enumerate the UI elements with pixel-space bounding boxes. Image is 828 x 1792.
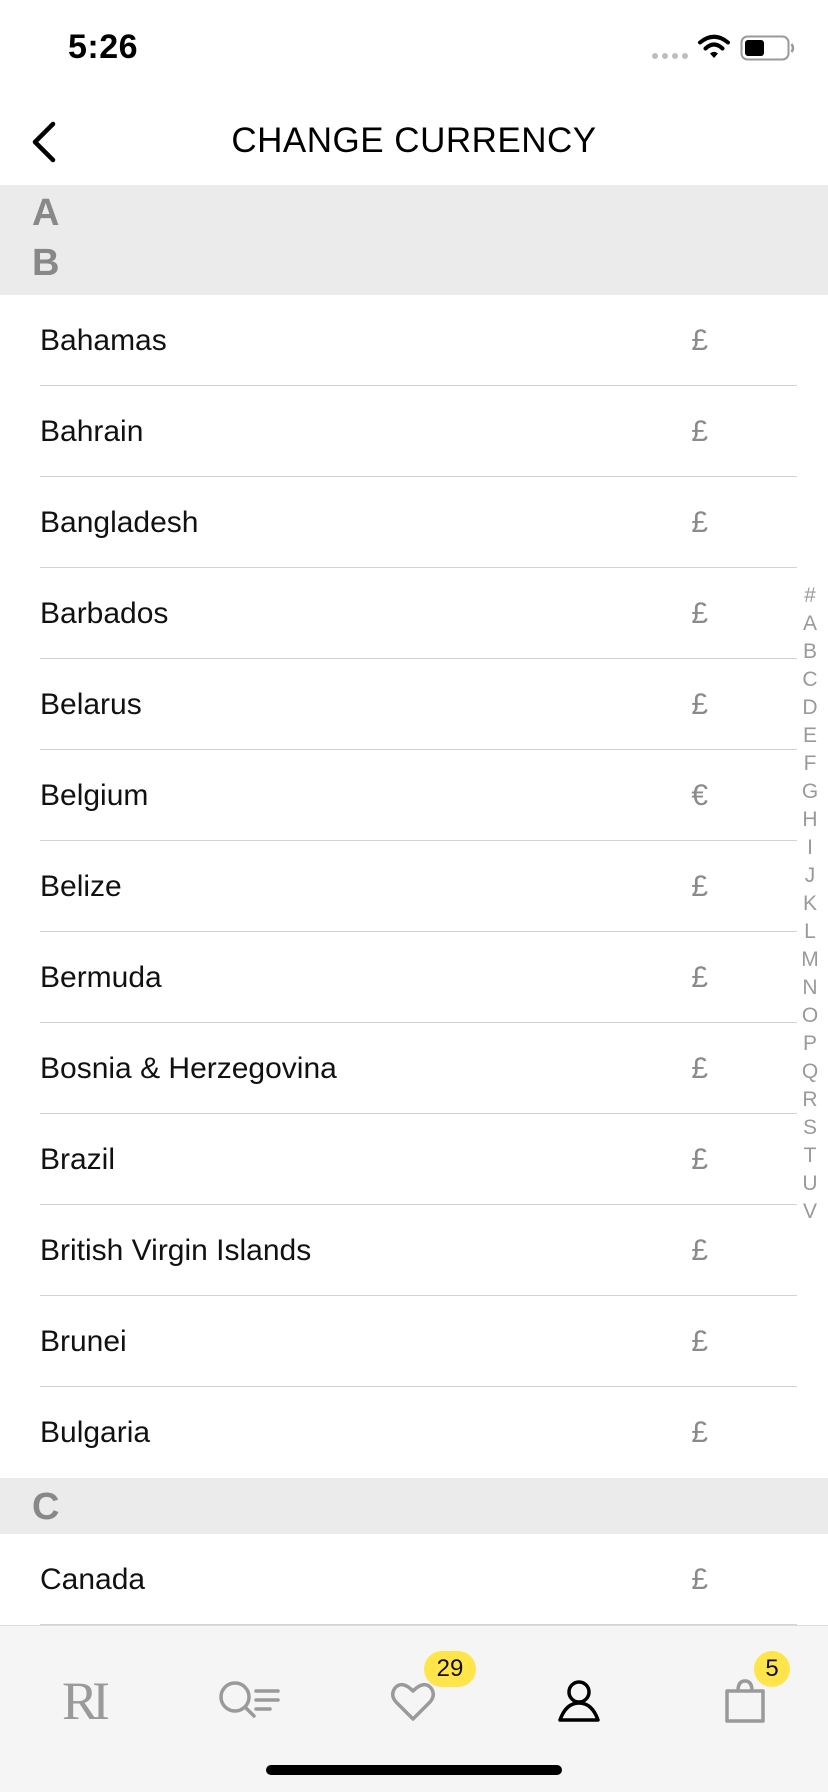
country-name: Brazil xyxy=(40,1143,116,1176)
index-letter-a[interactable]: A xyxy=(803,610,817,638)
account-icon xyxy=(558,1680,600,1722)
cellular-signal-icon xyxy=(652,53,688,59)
tab-home[interactable]: RI xyxy=(38,1656,128,1746)
page-title: CHANGE CURRENCY xyxy=(231,121,597,160)
currency-symbol: £ xyxy=(691,1143,708,1176)
country-row-brunei[interactable]: Brunei £ xyxy=(0,1296,828,1387)
currency-symbol: £ xyxy=(691,1234,708,1267)
country-name: Bahamas xyxy=(40,324,167,357)
country-name: Brunei xyxy=(40,1325,127,1358)
index-letter-t[interactable]: T xyxy=(804,1142,817,1170)
currency-symbol: £ xyxy=(691,597,708,630)
currency-symbol: £ xyxy=(691,324,708,357)
country-row-belgium[interactable]: Belgium € xyxy=(0,750,828,841)
index-letter-o[interactable]: O xyxy=(802,1002,818,1030)
navigation-bar: CHANGE CURRENCY xyxy=(0,100,828,185)
country-row-belize[interactable]: Belize £ xyxy=(0,841,828,932)
index-letter-v[interactable]: V xyxy=(803,1198,817,1226)
index-letter-e[interactable]: E xyxy=(803,722,817,750)
currency-symbol: £ xyxy=(691,688,708,721)
country-name: Belgium xyxy=(40,779,149,812)
currency-symbol: £ xyxy=(691,1325,708,1358)
country-name: Bangladesh xyxy=(40,506,199,539)
country-name: Bulgaria xyxy=(40,1416,151,1449)
home-indicator xyxy=(266,1765,562,1775)
country-row-british-virgin-islands[interactable]: British Virgin Islands £ xyxy=(0,1205,828,1296)
country-row-canada[interactable]: Canada £ xyxy=(0,1534,828,1625)
country-name: Belarus xyxy=(40,688,142,721)
country-row-belarus[interactable]: Belarus £ xyxy=(0,659,828,750)
index-letter-c[interactable]: C xyxy=(802,666,817,694)
status-time: 5:26 xyxy=(68,28,139,66)
country-row-bangladesh[interactable]: Bangladesh £ xyxy=(0,477,828,568)
currency-symbol: £ xyxy=(691,961,708,994)
index-letter-l[interactable]: L xyxy=(804,918,816,946)
bag-count-badge: 5 xyxy=(754,1651,790,1687)
battery-icon xyxy=(740,35,795,61)
shopping-bag-icon xyxy=(725,1679,765,1723)
home-logo-icon: RI xyxy=(62,1671,110,1731)
status-bar: 5:26 xyxy=(0,0,828,100)
country-row-bermuda[interactable]: Bermuda £ xyxy=(0,932,828,1023)
tab-bar: RI 29 5 xyxy=(0,1625,828,1792)
index-letter-g[interactable]: G xyxy=(802,778,818,806)
index-letter-d[interactable]: D xyxy=(802,694,817,722)
currency-list[interactable]: A B Bahamas £ Bahrain £ Bangladesh £ Barbad… xyxy=(0,185,828,1625)
alphabet-index[interactable]: # A B C D E F G H I J K L M N O P Q R S … xyxy=(796,582,824,1226)
country-row-bulgaria[interactable]: Bulgaria £ xyxy=(0,1387,828,1478)
wifi-icon xyxy=(698,34,730,58)
index-letter-j[interactable]: J xyxy=(805,862,816,890)
index-letter-h[interactable]: H xyxy=(802,806,817,834)
currency-symbol: £ xyxy=(691,870,708,903)
currency-symbol: £ xyxy=(691,415,708,448)
index-letter-u[interactable]: U xyxy=(802,1170,817,1198)
index-letter-i[interactable]: I xyxy=(807,834,813,862)
country-row-bahamas[interactable]: Bahamas £ xyxy=(0,295,828,386)
wishlist-count-badge: 29 xyxy=(424,1651,476,1687)
currency-symbol: £ xyxy=(691,506,708,539)
section-header-c: C xyxy=(0,1478,828,1534)
section-header-b: B xyxy=(0,240,828,295)
country-row-brazil[interactable]: Brazil £ xyxy=(0,1114,828,1205)
tab-search[interactable] xyxy=(204,1656,294,1746)
country-name: Canada xyxy=(40,1563,146,1596)
country-name: Bermuda xyxy=(40,961,162,994)
country-name: Barbados xyxy=(40,597,169,630)
tab-account[interactable] xyxy=(534,1656,624,1746)
index-letter-hash[interactable]: # xyxy=(804,582,816,610)
currency-symbol: £ xyxy=(691,1052,708,1085)
index-letter-b[interactable]: B xyxy=(803,638,817,666)
search-filter-icon xyxy=(219,1681,280,1718)
currency-symbol: £ xyxy=(691,1416,708,1449)
index-letter-q[interactable]: Q xyxy=(802,1058,818,1086)
tab-wishlist[interactable]: 29 xyxy=(368,1651,476,1746)
country-row-barbados[interactable]: Barbados £ xyxy=(0,568,828,659)
country-name: Bosnia & Herzegovina xyxy=(40,1052,337,1085)
index-letter-f[interactable]: F xyxy=(804,750,817,778)
index-letter-k[interactable]: K xyxy=(803,890,817,918)
index-letter-r[interactable]: R xyxy=(802,1086,817,1114)
country-row-bahrain[interactable]: Bahrain £ xyxy=(0,386,828,477)
country-name: Bahrain xyxy=(40,415,144,448)
index-letter-m[interactable]: M xyxy=(801,946,819,974)
index-letter-s[interactable]: S xyxy=(803,1114,817,1142)
country-name: British Virgin Islands xyxy=(40,1234,312,1267)
country-row-bosnia-herzegovina[interactable]: Bosnia & Herzegovina £ xyxy=(0,1023,828,1114)
currency-symbol: € xyxy=(691,779,708,812)
index-letter-n[interactable]: N xyxy=(802,974,817,1002)
country-name: Belize xyxy=(40,870,122,903)
heart-icon xyxy=(391,1682,435,1721)
index-letter-p[interactable]: P xyxy=(803,1030,817,1058)
section-header-a: A xyxy=(0,185,828,240)
tab-bag[interactable]: 5 xyxy=(700,1651,790,1746)
currency-symbol: £ xyxy=(691,1563,708,1596)
